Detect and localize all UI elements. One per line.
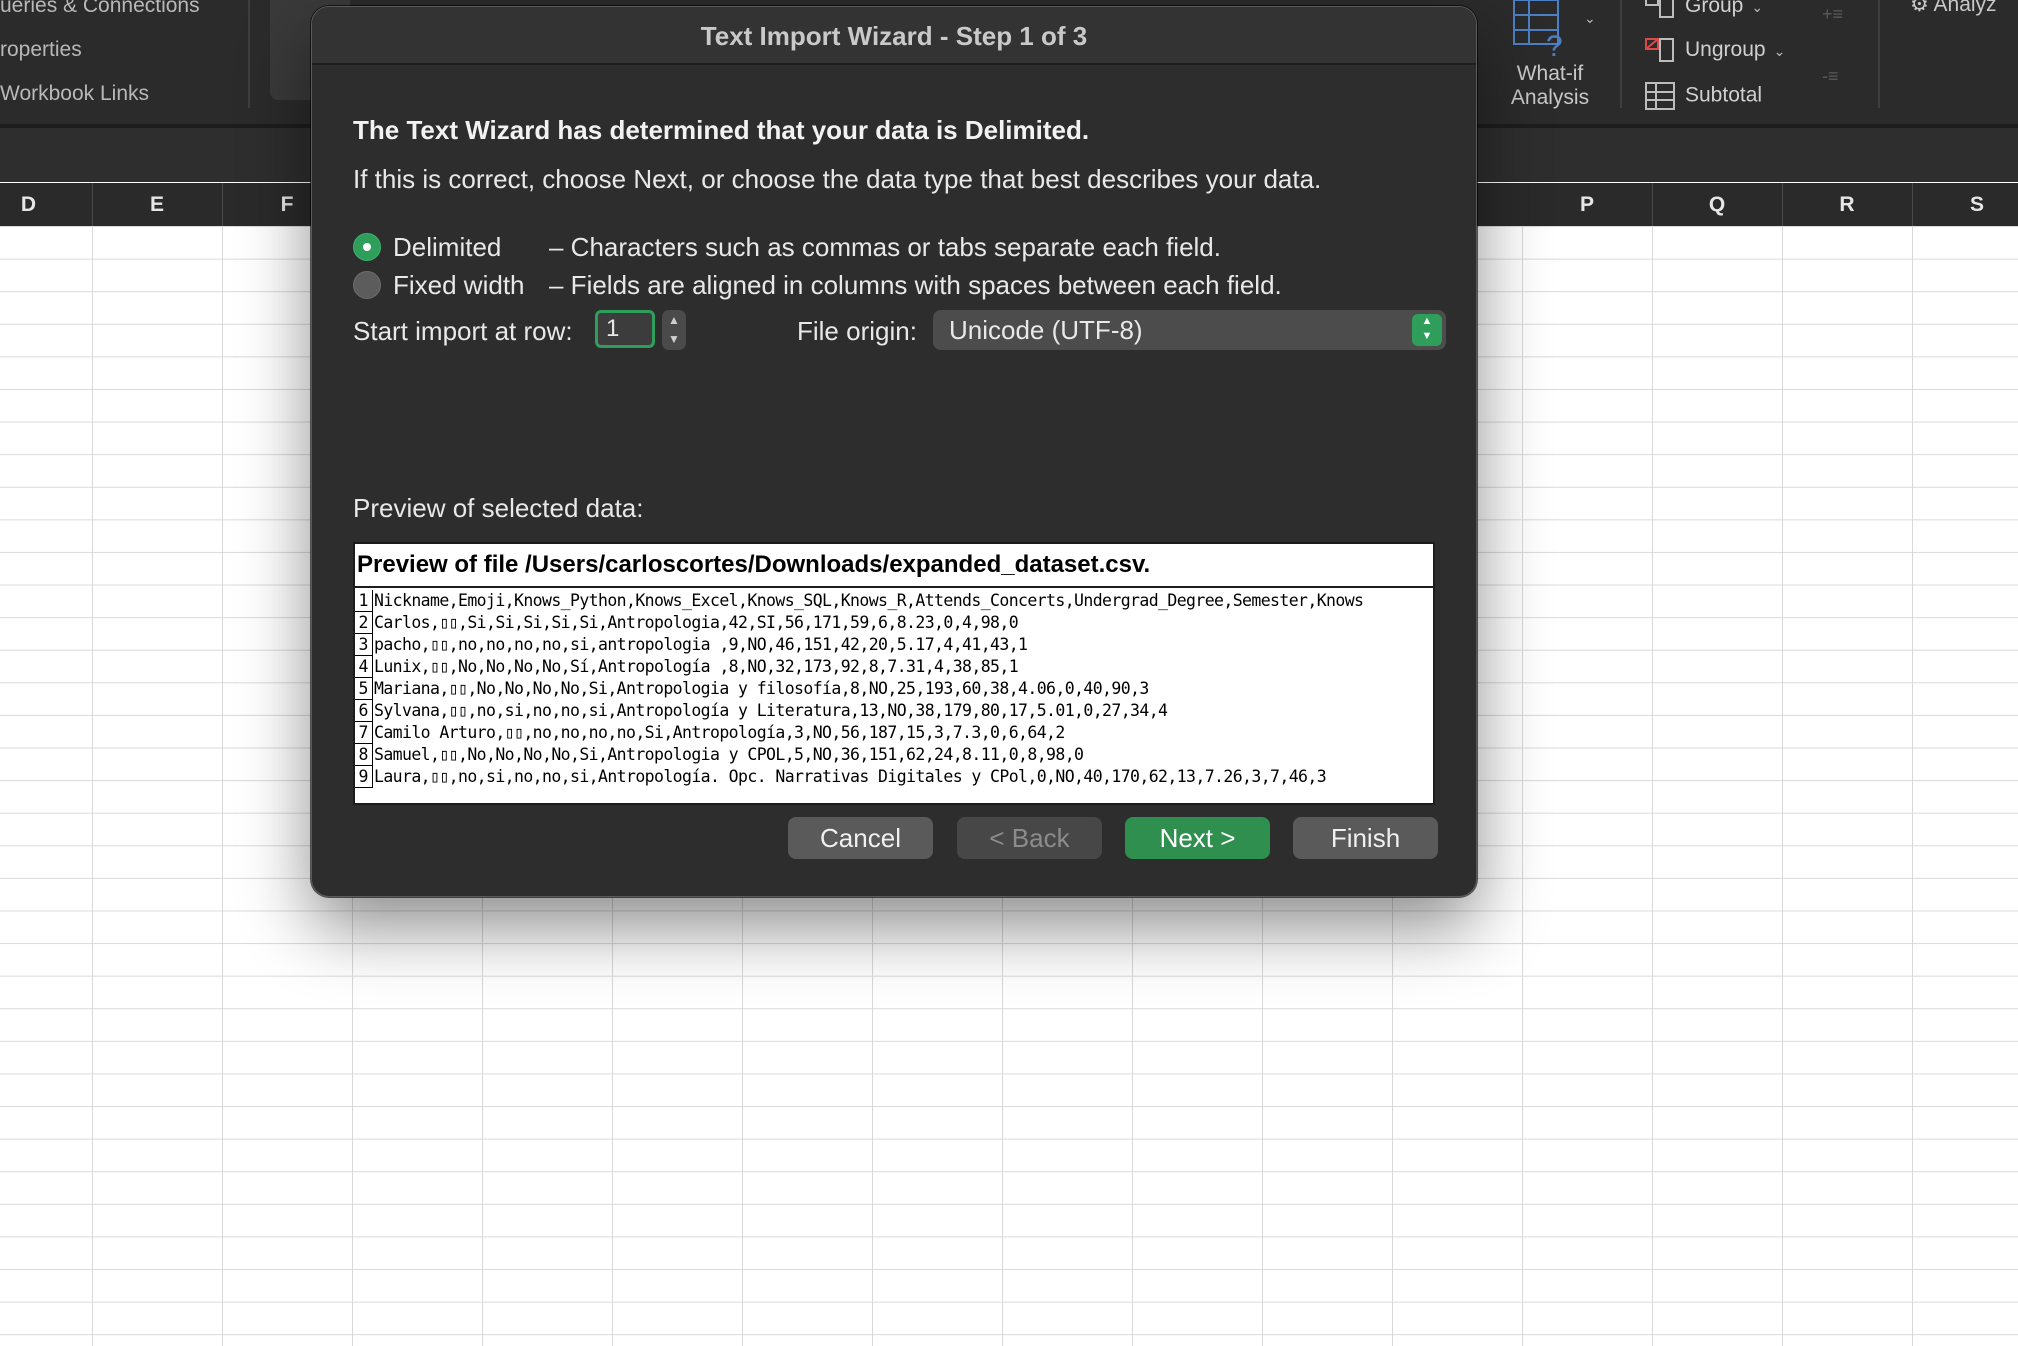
analyze-icon: ⚙ [1910, 0, 1929, 16]
preview-row: 4 Lunix,▯▯,No,No,No,No,Sí,Antropología ,8… [355, 656, 1433, 678]
back-button[interactable]: < Back [957, 817, 1102, 859]
delimited-label: Delimited [393, 232, 502, 262]
preview-row-number: 6 [355, 700, 373, 722]
analyze-data-button[interactable]: ⚙ Analyz [1910, 0, 1997, 17]
fixed-width-radio[interactable] [353, 271, 381, 299]
ribbon-separator [1620, 0, 1622, 108]
ribbon-separator [248, 0, 250, 108]
preview-row-text: Carlos,▯▯,Si,Si,Si,Si,Si,Antropologia,42… [374, 613, 1019, 632]
preview-row-text: pacho,▯▯,no,no,no,no,si,antropologia ,9,… [374, 635, 1028, 654]
finish-button[interactable]: Finish [1293, 817, 1438, 859]
column-header-d[interactable]: D [0, 183, 93, 226]
preview-box[interactable]: Preview of file /Users/carloscortes/Down… [353, 542, 1435, 805]
preview-row: 7 Camilo Arturo,▯▯,no,no,no,no,Si,Antropo… [355, 722, 1433, 744]
queries-connections-button[interactable]: ueries & Connections [0, 0, 200, 18]
preview-row-number: 1 [355, 590, 373, 612]
delimited-description: – Characters such as commas or tabs sepa… [549, 232, 1221, 262]
wizard-heading: The Text Wizard has determined that your… [353, 115, 1090, 145]
cancel-button[interactable]: Cancel [788, 817, 933, 859]
preview-row-text: Nickname,Emoji,Knows_Python,Knows_Excel,… [374, 591, 1364, 610]
dialog-title: Text Import Wizard - Step 1 of 3 [700, 21, 1088, 51]
delimited-radio[interactable] [353, 233, 381, 261]
preview-row: 2 Carlos,▯▯,Si,Si,Si,Si,Si,Antropologia,4… [355, 612, 1433, 634]
ungroup-button[interactable]: Ungroup ⌄ [1645, 38, 1786, 63]
group-icon [1645, 0, 1674, 19]
analyze-label: Analyz [1933, 0, 1997, 16]
preview-row-text: Samuel,▯▯,No,No,No,No,Si,Antropologia y … [374, 745, 1084, 764]
column-header-s[interactable]: S [1912, 183, 2018, 226]
preview-row-text: Laura,▯▯,no,si,no,no,si,Antropología. Op… [374, 767, 1327, 786]
group-button[interactable]: Group ⌄ [1645, 0, 1764, 19]
preview-rows: 1 Nickname,Emoji,Knows_Python,Knows_Excel… [355, 590, 1433, 788]
select-arrows-icon: ▲ ▼ [1412, 314, 1442, 346]
file-origin-value: Unicode (UTF-8) [949, 315, 1143, 345]
hide-detail-icon[interactable]: -≡ [1822, 66, 1839, 87]
svg-text:?: ? [1546, 30, 1563, 58]
column-header-e[interactable]: E [92, 183, 223, 226]
subtotal-label: Subtotal [1685, 83, 1763, 107]
preview-row: 9 Laura,▯▯,no,si,no,no,si,Antropología. O… [355, 766, 1433, 788]
next-button[interactable]: Next > [1125, 817, 1270, 859]
preview-row-text: Sylvana,▯▯,no,si,no,no,si,Antropología y… [374, 701, 1168, 720]
preview-row-number: 5 [355, 678, 373, 700]
file-origin-select[interactable]: Unicode (UTF-8) ▲ ▼ [933, 310, 1446, 350]
preview-row: 6 Sylvana,▯▯,no,si,no,no,si,Antropología … [355, 700, 1433, 722]
ungroup-label: Ungroup [1685, 38, 1766, 61]
file-origin-label: File origin: [797, 316, 917, 346]
preview-label: Preview of selected data: [353, 493, 644, 523]
properties-button[interactable]: roperties [0, 38, 82, 62]
ungroup-icon [1645, 38, 1674, 63]
preview-row-text: Lunix,▯▯,No,No,No,No,Sí,Antropología ,8,… [374, 657, 1019, 676]
preview-row: 3 pacho,▯▯,no,no,no,no,si,antropologia ,9… [355, 634, 1433, 656]
stepper-down-icon[interactable]: ▼ [662, 330, 686, 348]
chevron-down-icon: ⌄ [1773, 43, 1786, 59]
chevron-down-icon: ⌄ [1584, 10, 1596, 26]
column-header-q[interactable]: Q [1652, 183, 1783, 226]
preview-row-number: 4 [355, 656, 373, 678]
preview-row-number: 2 [355, 612, 373, 634]
start-row-input[interactable] [595, 310, 655, 348]
start-row-stepper[interactable]: ▲ ▼ [662, 310, 686, 350]
group-label: Group [1685, 0, 1744, 17]
subtotal-button[interactable]: Subtotal [1645, 82, 1762, 110]
preview-row-number: 8 [355, 744, 373, 766]
what-if-icon: ? [1513, 0, 1563, 58]
fixed-width-label: Fixed width [393, 270, 525, 300]
dialog-titlebar[interactable]: Text Import Wizard - Step 1 of 3 [312, 7, 1476, 65]
fixed-width-description: – Fields are aligned in columns with spa… [549, 270, 1282, 300]
preview-row-text: Mariana,▯▯,No,No,No,No,Si,Antropologia y… [374, 679, 1149, 698]
column-header-p[interactable]: P [1522, 183, 1653, 226]
preview-row-text: Camilo Arturo,▯▯,no,no,no,no,Si,Antropol… [374, 723, 1065, 742]
stepper-up-icon[interactable]: ▲ [662, 311, 686, 329]
preview-row: 1 Nickname,Emoji,Knows_Python,Knows_Excel… [355, 590, 1433, 612]
subtotal-icon [1645, 82, 1675, 110]
wizard-subtext: If this is correct, choose Next, or choo… [353, 164, 1322, 194]
preview-row: 5 Mariana,▯▯,No,No,No,No,Si,Antropologia … [355, 678, 1433, 700]
ribbon-separator [1878, 0, 1880, 108]
text-import-wizard-dialog: Text Import Wizard - Step 1 of 3 The Tex… [311, 6, 1477, 897]
workbook-links-button[interactable]: Workbook Links [0, 82, 149, 106]
column-header-r[interactable]: R [1782, 183, 1913, 226]
chevron-down-icon: ⌄ [1751, 0, 1764, 15]
what-if-label: What-if Analysis [1510, 62, 1590, 109]
preview-row-number: 7 [355, 722, 373, 744]
preview-file-path: Preview of file /Users/carloscortes/Down… [355, 544, 1433, 588]
show-detail-icon[interactable]: +≡ [1822, 4, 1843, 25]
start-row-label: Start import at row: [353, 316, 573, 346]
what-if-analysis-button[interactable]: ? ⌄ What-if Analysis [1500, 0, 1600, 124]
preview-row-number: 9 [355, 766, 373, 788]
preview-row: 8 Samuel,▯▯,No,No,No,No,Si,Antropologia y… [355, 744, 1433, 766]
preview-row-number: 3 [355, 634, 373, 656]
